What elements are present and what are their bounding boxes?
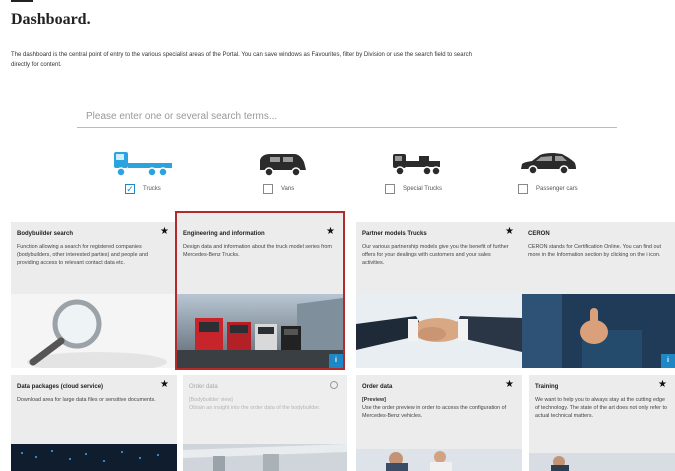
lock-icon xyxy=(330,381,338,389)
card-description: Our various partnership models give you … xyxy=(362,244,509,266)
trucks-image xyxy=(177,294,343,368)
filter-trucks-row: ✓ Trucks xyxy=(125,184,161,194)
people-image xyxy=(356,449,522,471)
division-filters: ✓ Trucks Vans Special Trucks Passenger c… xyxy=(100,148,600,198)
data-image xyxy=(11,444,177,471)
info-icon[interactable]: i xyxy=(661,354,675,368)
special-truck-icon xyxy=(393,154,441,176)
handshake-image xyxy=(356,294,522,368)
card-title: Engineering and information xyxy=(183,231,265,237)
card-subtitle: [Bodybuilder view] xyxy=(189,397,233,403)
card-ceron[interactable]: CERON CERON stands for Certification Onl… xyxy=(522,222,675,368)
card-data-packages[interactable]: Data packages (cloud service) ★ Download… xyxy=(11,375,177,471)
filter-trucks-checkbox[interactable]: ✓ xyxy=(125,184,135,194)
card-bodybuilder-search[interactable]: Bodybuilder search ★ Function allowing a… xyxy=(11,222,177,368)
card-title: Partner models Trucks xyxy=(362,231,427,237)
filter-vans-checkbox[interactable] xyxy=(263,184,273,194)
card-description: Download area for large data files or se… xyxy=(17,397,156,403)
card-engineering-information[interactable]: Engineering and information ★ Design dat… xyxy=(175,211,345,370)
card-description: CERON stands for Certification Online. Y… xyxy=(528,244,662,258)
passenger-car-icon xyxy=(521,153,576,175)
card-description: [Bodybuilder view] Obtain an insight int… xyxy=(189,396,339,412)
info-icon[interactable]: i xyxy=(329,354,343,368)
training-image xyxy=(529,453,675,471)
card-title: Bodybuilder search xyxy=(17,231,74,237)
star-icon[interactable]: ★ xyxy=(326,226,335,237)
intro-text: The dashboard is the central point of en… xyxy=(11,52,472,68)
card-title: CERON xyxy=(528,231,550,237)
thumbs-up-image xyxy=(522,294,675,368)
card-desc-text: Use the order preview in order to access… xyxy=(362,405,507,419)
card-title: Training xyxy=(535,384,559,390)
filter-trucks-label: Trucks xyxy=(143,186,161,192)
filter-passenger-cars-row: Passenger cars xyxy=(518,184,578,194)
card-description: We want to help you to always stay at th… xyxy=(535,397,667,419)
card-title: Order data xyxy=(362,384,393,390)
card-title: Order data xyxy=(189,384,218,390)
filter-passenger-cars-label: Passenger cars xyxy=(536,186,578,192)
filter-trucks[interactable]: ✓ Trucks xyxy=(100,148,210,198)
card-desc-text: Obtain an insight into the order data of… xyxy=(189,405,321,411)
filter-special-trucks[interactable]: Special Trucks xyxy=(385,148,495,198)
card-partner-models-trucks[interactable]: Partner models Trucks ★ Our various part… xyxy=(356,222,522,368)
star-icon[interactable]: ★ xyxy=(505,379,514,390)
search-input[interactable] xyxy=(77,106,617,127)
star-icon[interactable]: ★ xyxy=(658,379,667,390)
card-training[interactable]: Training ★ We want to help you to always… xyxy=(529,375,675,471)
truck-icon xyxy=(114,152,172,177)
filter-passenger-cars[interactable]: Passenger cars xyxy=(518,148,628,198)
star-icon[interactable]: ★ xyxy=(505,226,514,237)
star-icon[interactable]: ★ xyxy=(160,379,169,390)
card-description: Design data and information about the tr… xyxy=(183,244,332,258)
star-icon[interactable]: ★ xyxy=(160,226,169,237)
filter-vans-label: Vans xyxy=(281,186,295,192)
header-bar xyxy=(11,0,33,2)
filter-vans-row: Vans xyxy=(263,184,294,194)
filter-vans[interactable]: Vans xyxy=(250,148,360,198)
filter-special-trucks-checkbox[interactable] xyxy=(385,184,395,194)
card-order-data-bodybuilder: Order data [Bodybuilder view] Obtain an … xyxy=(183,375,347,471)
card-description: [Preview] Use the order preview in order… xyxy=(362,396,512,420)
filter-special-trucks-label: Special Trucks xyxy=(403,186,443,192)
filter-passenger-cars-checkbox[interactable] xyxy=(518,184,528,194)
filter-special-trucks-row: Special Trucks xyxy=(385,184,442,194)
card-subtitle: [Preview] xyxy=(362,397,386,403)
van-icon xyxy=(260,154,306,177)
magnifier-image xyxy=(11,294,177,368)
search-bar xyxy=(77,106,617,128)
card-description: Function allowing a search for registere… xyxy=(17,244,148,266)
card-title: Data packages (cloud service) xyxy=(17,384,104,390)
page-title: Dashboard. xyxy=(11,11,91,28)
factory-image xyxy=(183,444,347,471)
card-order-data-preview[interactable]: Order data ★ [Preview] Use the order pre… xyxy=(356,375,522,471)
